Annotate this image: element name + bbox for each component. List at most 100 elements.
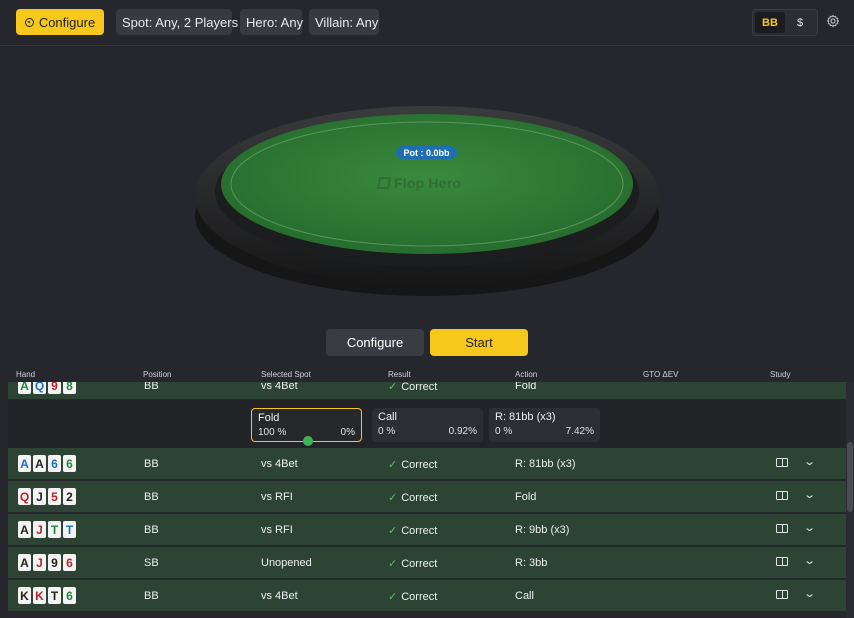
card: A: [18, 554, 31, 571]
selected-spot: vs 4Bet: [261, 458, 298, 470]
card: J: [33, 488, 46, 505]
hand-cards: AJ96: [18, 554, 76, 571]
card: Q: [33, 382, 46, 394]
card: K: [18, 587, 31, 604]
table-row[interactable]: A A 6 6 BB vs 4Bet ✓ Correct R: 81bb (x3) ⌄: [8, 448, 846, 480]
option-freq: 0 %: [378, 426, 396, 437]
brand-icon: [376, 177, 392, 189]
col-hand: Hand: [16, 370, 36, 379]
chevron-down-icon[interactable]: ⌄: [803, 587, 816, 600]
selected-spot: vs 4Bet: [261, 590, 298, 602]
brand-logo: Flop Hero: [376, 174, 462, 192]
book-icon[interactable]: [776, 557, 788, 566]
table-row[interactable]: A J 9 6 SB Unopened ✓ Correct R: 3bb ⌄: [8, 547, 846, 579]
result: ✓ Correct: [388, 525, 438, 537]
book-icon[interactable]: [776, 524, 788, 533]
card: A: [18, 455, 31, 472]
scrollbar[interactable]: [846, 382, 854, 618]
card: T: [48, 521, 61, 538]
option-call[interactable]: Call 0 % 0.92%: [372, 408, 483, 442]
selected-spot: Unopened: [261, 557, 312, 569]
start-button[interactable]: Start: [430, 329, 528, 356]
col-gto-dev: GTO ΔEV: [643, 370, 679, 379]
option-name: Call: [378, 411, 397, 423]
unit-bb-toggle[interactable]: BB: [755, 12, 785, 33]
card: 6: [63, 455, 76, 472]
card: J: [33, 554, 46, 571]
card: A: [18, 382, 31, 394]
book-icon[interactable]: [776, 458, 788, 467]
unit-toggle: BB $: [752, 9, 818, 36]
book-icon[interactable]: [776, 590, 788, 599]
card: 8: [63, 382, 76, 394]
option-ev: 0.92%: [448, 426, 477, 437]
spot-filter-chip[interactable]: Spot: Any, 2 Players: [116, 9, 238, 35]
card: 5: [48, 488, 61, 505]
position: SB: [144, 557, 159, 569]
configure-button[interactable]: Configure: [326, 329, 424, 356]
card: T: [48, 587, 61, 604]
table-row-partial[interactable]: A Q 9 8 BB vs 4Bet ✓ Correct Fold: [8, 382, 846, 400]
check-icon: ✓: [388, 382, 398, 393]
hand-cards: KKT6: [18, 587, 76, 604]
col-study: Study: [770, 370, 791, 379]
book-icon[interactable]: [776, 491, 788, 500]
card: 9: [48, 554, 61, 571]
card: 6: [48, 455, 61, 472]
result: ✓ Correct: [388, 382, 438, 393]
card: A: [33, 455, 46, 472]
option-ev: 0%: [340, 427, 355, 438]
scroll-thumb[interactable]: [847, 442, 853, 512]
action: R: 3bb: [515, 557, 548, 569]
position: BB: [144, 382, 159, 392]
check-icon: ✓: [388, 525, 398, 537]
check-icon: ✓: [388, 492, 398, 504]
card: Q: [18, 488, 31, 505]
card: 6: [63, 587, 76, 604]
table-row[interactable]: Q J 5 2 BB vs RFI ✓ Correct Fold ⌄: [8, 481, 846, 513]
chevron-down-icon[interactable]: ⌄: [803, 455, 816, 468]
position: BB: [144, 491, 159, 503]
action: Call: [515, 590, 534, 602]
chevron-down-icon[interactable]: ⌄: [803, 488, 816, 501]
selected-spot: vs RFI: [261, 524, 293, 536]
hero-filter-chip[interactable]: Hero: Any: [240, 9, 303, 35]
action: Fold: [515, 491, 537, 503]
col-selected-spot: Selected Spot: [261, 370, 311, 379]
card: 2: [63, 488, 76, 505]
configure-button-top[interactable]: Configure: [16, 9, 104, 35]
check-icon: ✓: [388, 591, 398, 603]
action: Fold: [515, 382, 537, 392]
action: R: 81bb (x3): [515, 458, 576, 470]
option-freq: 100 %: [258, 427, 287, 438]
card: 9: [48, 382, 61, 394]
option-freq: 0 %: [495, 426, 513, 437]
hand-cards: AJTT: [18, 521, 76, 538]
brand-name: Flop Hero: [394, 175, 462, 191]
unit-dollar-toggle[interactable]: $: [785, 12, 815, 33]
col-result: Result: [388, 370, 411, 379]
card: K: [33, 587, 46, 604]
action: R: 9bb (x3): [515, 524, 570, 536]
selected-spot: vs RFI: [261, 491, 293, 503]
poker-table-area: Pot : 0.0bb Flop Hero: [0, 46, 854, 326]
result: ✓ Correct: [388, 591, 438, 603]
chevron-down-icon[interactable]: ⌄: [803, 554, 816, 567]
villain-filter-chip[interactable]: Villain: Any: [309, 9, 379, 35]
top-bar: Configure Spot: Any, 2 Players Hero: Any…: [0, 0, 854, 46]
col-position: Position: [143, 370, 172, 379]
expanded-action-panel: Fold 100 % 0% Call 0 % 0.92% R: 81bb (x3) …: [8, 400, 846, 448]
option-raise[interactable]: R: 81bb (x3) 0 % 7.42%: [489, 408, 600, 442]
pot-label: Pot : 0.0bb: [396, 146, 457, 159]
check-icon: ✓: [388, 459, 398, 471]
results-header: Hand Position Selected Spot Result Actio…: [0, 368, 854, 382]
position: BB: [144, 524, 159, 536]
card: A: [18, 521, 31, 538]
result: ✓ Correct: [388, 459, 438, 471]
chevron-down-icon[interactable]: ⌄: [803, 521, 816, 534]
target-icon: [24, 17, 34, 27]
option-name: Fold: [258, 412, 280, 424]
gear-icon[interactable]: [826, 14, 840, 28]
table-row[interactable]: K K T 6 BB vs 4Bet ✓ Correct Call ⌄: [8, 580, 846, 612]
table-row[interactable]: A J T T BB vs RFI ✓ Correct R: 9bb (x3) ⌄: [8, 514, 846, 546]
